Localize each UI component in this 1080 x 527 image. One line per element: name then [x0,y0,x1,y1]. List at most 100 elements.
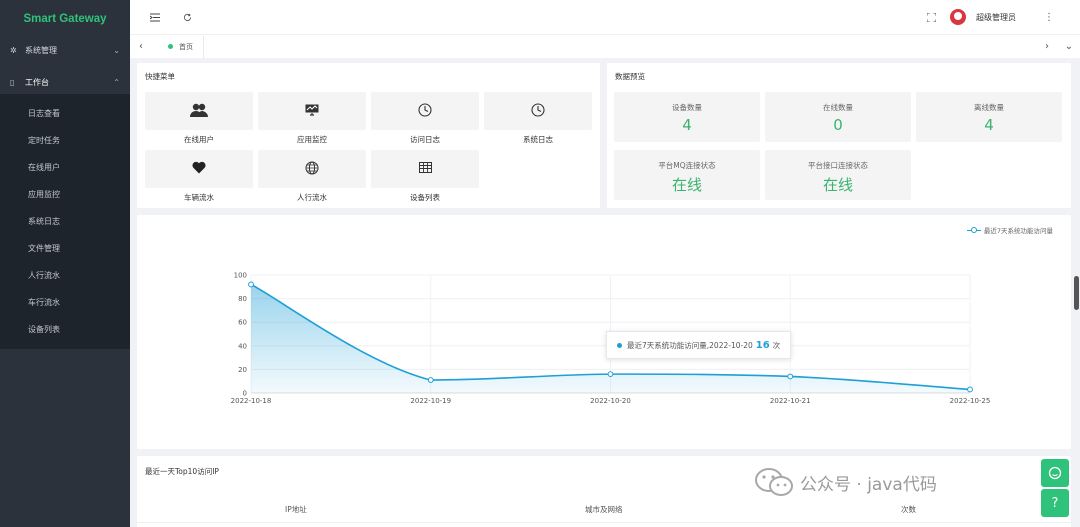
stat-value: 4 [682,116,692,134]
watermark: 公众号 · java代码 [754,467,937,497]
quick-menu-online-users[interactable] [145,92,253,130]
tabs-dropdown-icon[interactable]: ⌄ [1058,41,1080,52]
quick-menu-label: 系统日志 [523,135,553,144]
quick-menu-title: 快捷菜单 [145,72,175,81]
column-header-count: 次数 [901,505,916,514]
visits-chart: 0204060801002022-10-18 2022-10-19 2022-10-… [231,272,991,406]
tab-home[interactable]: 首页 [156,35,204,58]
brand-logo[interactable]: Smart Gateway [0,0,130,38]
monitor-icon: ▯ [10,77,15,87]
data-point [248,281,254,288]
stat-value: 4 [984,116,994,134]
tabs-scroll-right-icon[interactable]: › [1036,41,1058,52]
stat-label: 离线数量 [974,103,1004,112]
chevron-up-icon: ⌃ [113,77,120,87]
data-point [967,386,973,393]
sidebar-item-device-list[interactable]: 设备列表 [0,316,130,343]
data-point [427,377,434,383]
stat-online-count: 在线数量 0 [765,92,911,142]
x-tick-label: 2022-10-20 [590,397,631,405]
sidebar-item-vehicle-flow[interactable]: 车行流水 [0,289,130,316]
x-tick-label: 2022-10-18 [231,397,272,405]
help-icon: ? [1051,495,1059,511]
stat-offline-count: 离线数量 4 [916,92,1062,142]
quick-menu-vehicle-flow[interactable] [145,150,253,188]
table-header-divider [137,522,1071,523]
table-icon [418,162,432,176]
sidebar-item-file-management[interactable]: 文件管理 [0,235,130,262]
x-tick-label: 2022-10-21 [770,397,811,405]
quick-menu-pedestrian-flow[interactable] [258,150,366,188]
watermark-text: 公众号 · java代码 [800,474,937,495]
sidebar-group-label: 系统管理 [25,45,57,55]
fullscreen-icon[interactable] [922,8,940,26]
tab-label: 首页 [179,42,193,51]
avatar[interactable] [950,9,966,25]
x-tick-label: 2022-10-19 [410,397,451,405]
sidebar-group-workbench[interactable]: ▯ 工作台 ⌃ [0,70,130,94]
sidebar-item-system-log[interactable]: 系统日志 [0,208,130,235]
quick-menu-label: 应用监控 [297,135,327,144]
chart-tooltip: 最近7天系统功能访问量,2022-10-20 16 次 [606,331,792,359]
gear-icon: ✲ [10,45,17,55]
chat-float-button[interactable] [1041,459,1069,487]
stat-value: 在线 [671,176,702,194]
quick-menu-system-log[interactable] [484,92,592,130]
tabs-scroll-left-icon[interactable]: ‹ [130,41,152,52]
quick-menu-label: 设备列表 [410,193,440,202]
page-scrollbar[interactable] [1074,276,1079,310]
quick-menu-app-monitor[interactable] [258,92,366,130]
sidebar-item-online-users[interactable]: 在线用户 [0,154,130,181]
username[interactable]: 超级管理员 [976,12,1016,23]
chat-icon [1048,466,1062,480]
sidebar-group-system[interactable]: ✲ 系统管理 ⌄ [0,38,130,62]
sidebar-item-scheduled-tasks[interactable]: 定时任务 [0,127,130,154]
y-tick-label: 40 [238,342,247,350]
help-float-button[interactable]: ? [1041,489,1069,517]
tooltip-text: 最近7天系统功能访问量,2022-10-20 [627,340,753,350]
stat-value: 0 [833,116,843,134]
menu-collapse-icon[interactable] [146,8,164,26]
y-tick-label: 100 [234,272,247,280]
tabs-bar: ‹ 首页 › ⌄ [130,34,1080,58]
quick-menu-label: 在线用户 [184,135,214,144]
sidebar-item-pedestrian-flow[interactable]: 人行流水 [0,262,130,289]
quick-menu-label: 人行流水 [297,193,327,202]
stat-mq-status: 平台MQ连接状态 在线 [614,150,760,200]
quick-menu-device-list[interactable] [371,150,479,188]
y-tick-label: 20 [238,366,247,374]
quick-menu-label: 车辆流水 [184,193,214,202]
visits-chart-card: 最近7天系统功能访问量 0 20 40 60 80 100 2022-10-18 2022-1… [137,215,1071,449]
tooltip-dot [617,342,622,348]
sidebar-item-app-monitor[interactable]: 应用监控 [0,181,130,208]
refresh-icon[interactable] [178,8,196,26]
stat-label: 平台接口连接状态 [808,161,868,170]
stat-label: 设备数量 [672,103,702,112]
globe-icon [305,161,319,178]
x-tick-label: 2022-10-25 [950,397,991,405]
stat-device-count: 设备数量 4 [614,92,760,142]
users-icon [189,103,209,120]
wechat-logo-icon [755,468,793,496]
sidebar-item-log-view[interactable]: 日志查看 [0,100,130,127]
more-vertical-icon[interactable]: ⋮ [1040,8,1058,26]
column-header-city: 城市及网络 [585,505,623,514]
stat-label: 平台MQ连接状态 [658,161,716,170]
chevron-down-icon: ⌄ [113,45,120,55]
data-preview-title: 数据预览 [615,72,645,81]
monitor-chart-icon [305,104,319,119]
data-preview-card: 数据预览 设备数量 4 在线数量 0 离线数量 4 平台MQ连接状态 在线 平台… [607,63,1071,208]
column-header-ip: IP地址 [285,505,307,514]
stat-api-status: 平台接口连接状态 在线 [765,150,911,200]
sidebar-group-label: 工作台 [25,77,49,87]
clock-icon [418,102,432,120]
top-header: 超级管理员 ⋮ [130,0,1080,34]
quick-menu-label: 访问日志 [410,135,440,144]
clock-icon [531,102,545,120]
app-root: Smart Gateway ✲ 系统管理 ⌄ ▯ 工作台 ⌃ 日志查看 定时任务… [0,0,1080,527]
top10-title: 最近一天Top10访问IP [145,467,219,476]
data-point [607,371,614,378]
tooltip-value: 16 [755,339,770,351]
quick-menu-access-log[interactable] [371,92,479,130]
quick-menu-card: 快捷菜单 在线用户 应用监控 访问日志 系统日志 车辆流水 人行流水 设备列表 [137,63,600,208]
